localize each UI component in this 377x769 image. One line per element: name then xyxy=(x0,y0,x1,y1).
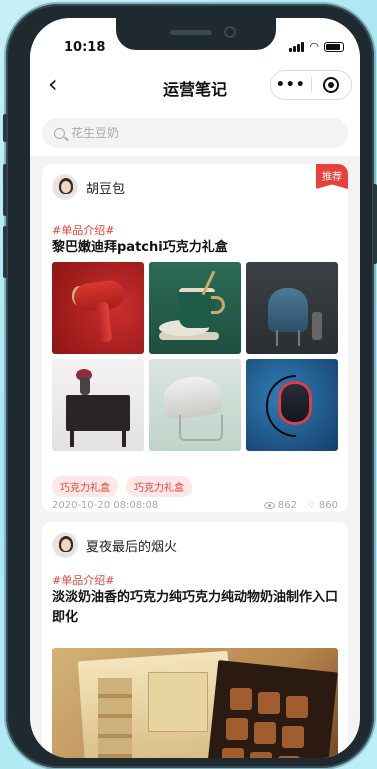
status-time: 10:18 xyxy=(64,40,106,55)
battery-icon xyxy=(324,42,344,52)
post-image-grid xyxy=(52,262,338,451)
search-icon xyxy=(54,127,65,139)
volume-down-button xyxy=(3,226,7,278)
volume-up-button xyxy=(3,164,7,216)
wifi-icon: ◠ xyxy=(309,40,319,53)
post-meta: 2020-10-20 08:08:08 862 ♢ 860 xyxy=(52,500,338,511)
target-icon xyxy=(323,77,340,93)
post-tags: 巧克力礼盒 巧克力礼盒 xyxy=(52,476,192,497)
thumbs-up-icon[interactable]: ♢ xyxy=(307,500,316,511)
post-image-earphones[interactable] xyxy=(246,359,338,451)
phone-frame: 10:18 ◠ ‹ 运营笔记 ••• 花生豆奶 胡豆包 推荐 #单品介绍# 黎巴… xyxy=(3,4,377,768)
speaker xyxy=(170,30,212,35)
like-count-value: 860 xyxy=(318,500,338,511)
search-bar-container xyxy=(30,110,360,156)
avatar[interactable] xyxy=(52,532,78,558)
search-bar[interactable] xyxy=(42,118,348,148)
status-bar: 10:18 ◠ xyxy=(30,18,360,62)
eye-icon xyxy=(263,502,275,509)
view-count-value: 862 xyxy=(277,500,297,511)
avatar[interactable] xyxy=(52,174,78,200)
search-input[interactable] xyxy=(71,126,271,140)
recommend-badge: 推荐 xyxy=(316,164,348,189)
post-date: 2020-10-20 08:08:08 xyxy=(52,500,159,511)
power-button xyxy=(373,184,377,264)
view-count: 862 xyxy=(263,500,297,511)
like-count[interactable]: ♢ 860 xyxy=(307,500,338,511)
post-stats: 862 ♢ 860 xyxy=(263,500,338,511)
post-title[interactable]: 淡淡奶油香的巧克力纯巧克力纯动物奶油制作入口即化 xyxy=(52,588,338,628)
post-author[interactable]: 夏夜最后的烟火 xyxy=(52,532,177,558)
post-card[interactable]: 胡豆包 推荐 #单品介绍# 黎巴嫩迪拜patchi巧克力礼盒 巧克力礼盒 巧克力… xyxy=(42,164,348,512)
more-dots-icon[interactable]: ••• xyxy=(271,77,311,93)
post-author[interactable]: 胡豆包 xyxy=(52,174,125,200)
author-name[interactable]: 胡豆包 xyxy=(86,178,125,197)
miniprogram-capsule: ••• xyxy=(270,70,352,100)
status-icons: ◠ xyxy=(289,40,344,53)
tag-chip[interactable]: 巧克力礼盒 xyxy=(126,476,192,497)
mute-switch xyxy=(3,114,7,142)
post-topic[interactable]: #单品介绍# xyxy=(52,572,114,588)
signal-icon xyxy=(289,42,305,52)
front-camera xyxy=(224,26,236,38)
post-image-chair[interactable] xyxy=(246,262,338,354)
author-name[interactable]: 夏夜最后的烟火 xyxy=(86,536,177,555)
tag-chip[interactable]: 巧克力礼盒 xyxy=(52,476,118,497)
post-image-mug[interactable] xyxy=(149,262,241,354)
post-card[interactable]: 夏夜最后的烟火 #单品介绍# 淡淡奶油香的巧克力纯巧克力纯动物奶油制作入口即化 xyxy=(42,522,348,758)
post-topic[interactable]: #单品介绍# xyxy=(52,222,114,238)
post-title[interactable]: 黎巴嫩迪拜patchi巧克力礼盒 xyxy=(52,238,338,258)
nav-bar: ‹ 运营笔记 ••• xyxy=(30,62,360,110)
post-image-lamp[interactable] xyxy=(149,359,241,451)
post-image-hair-dryer[interactable] xyxy=(52,262,144,354)
app-screen: 10:18 ◠ ‹ 运营笔记 ••• 花生豆奶 胡豆包 推荐 #单品介绍# 黎巴… xyxy=(30,18,360,758)
close-miniprogram-button[interactable] xyxy=(312,77,352,93)
notch xyxy=(116,18,276,50)
post-image-cabinet[interactable] xyxy=(52,359,144,451)
post-image-chocolate-box[interactable] xyxy=(52,648,338,758)
